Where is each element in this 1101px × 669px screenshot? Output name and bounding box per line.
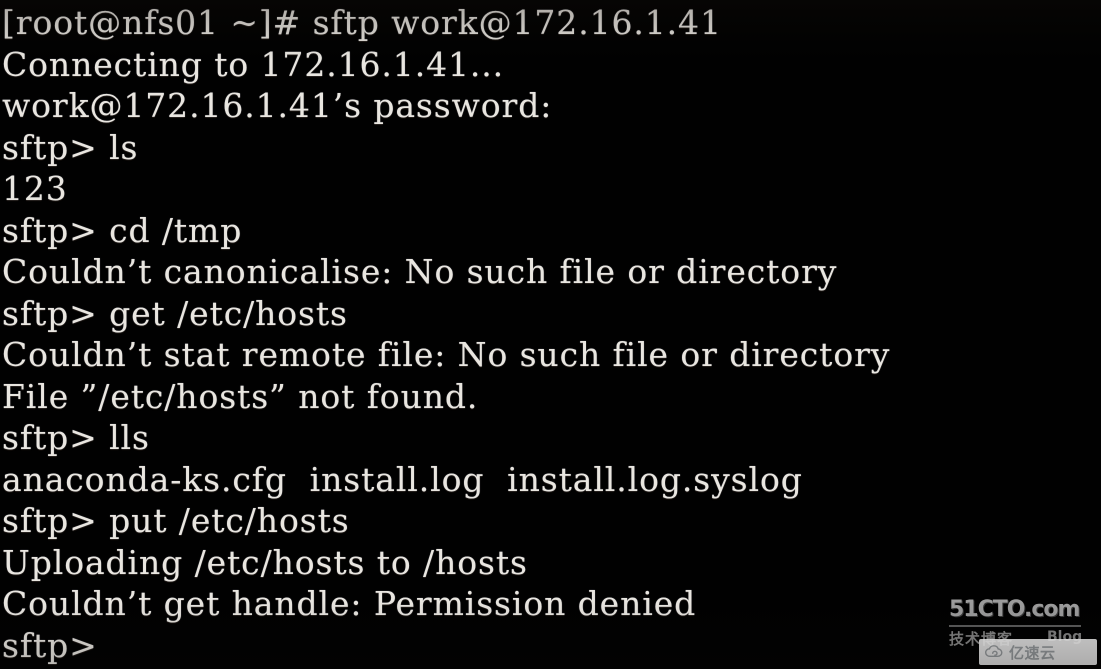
terminal-line: sftp> lls bbox=[2, 418, 150, 457]
terminal-line: sftp> cd /tmp bbox=[2, 210, 243, 250]
terminal-window: [root@nfs01 ~]# sftp work@172.16.1.41 Co… bbox=[0, 0, 1101, 669]
terminal-line: Connecting to 172.16.1.41... bbox=[2, 44, 505, 84]
terminal-prompt-line: sftp> bbox=[2, 625, 98, 665]
terminal-line: sftp> get /etc/hosts bbox=[2, 293, 348, 333]
terminal-line: 123 bbox=[2, 169, 68, 208]
terminal-line: File ”/etc/hosts” not found. bbox=[2, 376, 479, 416]
terminal-line: work@172.16.1.41’s password: bbox=[2, 86, 553, 125]
terminal-output[interactable]: [root@nfs01 ~]# sftp work@172.16.1.41 Co… bbox=[0, 0, 1101, 669]
terminal-line: [root@nfs01 ~]# sftp work@172.16.1.41 bbox=[2, 3, 722, 42]
terminal-line: anaconda-ks.cfg install.log install.log.… bbox=[2, 459, 803, 499]
terminal-line: Uploading /etc/hosts to /hosts bbox=[2, 542, 528, 582]
terminal-line: Couldn’t canonicalise: No such file or d… bbox=[2, 252, 838, 291]
terminal-line: sftp> put /etc/hosts bbox=[2, 501, 350, 540]
terminal-line: Couldn’t get handle: Permission denied bbox=[2, 584, 697, 623]
terminal-line: Couldn’t stat remote file: No such file … bbox=[2, 335, 891, 374]
terminal-line: sftp> ls bbox=[2, 127, 139, 167]
